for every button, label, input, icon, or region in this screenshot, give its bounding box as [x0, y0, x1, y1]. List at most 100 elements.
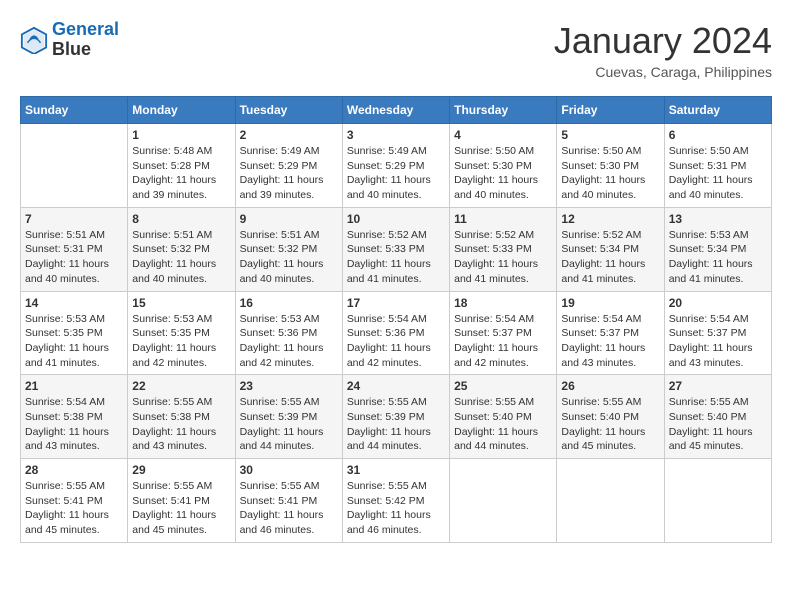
day-cell: 23Sunrise: 5:55 AMSunset: 5:39 PMDayligh…	[235, 375, 342, 459]
col-header-tuesday: Tuesday	[235, 97, 342, 124]
week-row-4: 21 Sunrise: 5:54 AMSunset: 5:38 PMDayligh…	[21, 375, 772, 459]
day-number: 26	[561, 379, 659, 393]
day-cell: 9 Sunrise: 5:51 AMSunset: 5:32 PMDaylight…	[235, 207, 342, 291]
day-info: Sunrise: 5:49 AMSunset: 5:29 PMDaylight:…	[347, 144, 445, 203]
day-number: 24	[347, 379, 445, 393]
day-cell: 25Sunrise: 5:55 AMSunset: 5:40 PMDayligh…	[450, 375, 557, 459]
day-number: 28	[25, 463, 123, 477]
week-row-5: 28 Sunrise: 5:55 AMSunset: 5:41 PMDayligh…	[21, 459, 772, 543]
day-info: Sunrise: 5:54 AMSunset: 5:37 PMDaylight:…	[454, 312, 552, 371]
day-cell: 8Sunrise: 5:51 AMSunset: 5:32 PMDaylight…	[128, 207, 235, 291]
day-number: 31	[347, 463, 445, 477]
day-number: 1	[132, 128, 230, 142]
day-info: Sunrise: 5:49 AMSunset: 5:29 PMDaylight:…	[240, 144, 338, 203]
col-header-wednesday: Wednesday	[342, 97, 449, 124]
day-info: Sunrise: 5:54 AMSunset: 5:36 PMDaylight:…	[347, 312, 445, 371]
day-number: 21	[25, 379, 123, 393]
day-number: 15	[132, 296, 230, 310]
day-number: 3	[347, 128, 445, 142]
day-info: Sunrise: 5:53 AMSunset: 5:35 PMDaylight:…	[25, 312, 123, 371]
day-cell: 13 Sunrise: 5:53 AMSunset: 5:34 PMDayligh…	[664, 207, 771, 291]
day-info: Sunrise: 5:55 AMSunset: 5:40 PMDaylight:…	[561, 395, 659, 454]
day-info: Sunrise: 5:52 AMSunset: 5:33 PMDaylight:…	[454, 228, 552, 287]
day-cell: 2 Sunrise: 5:49 AMSunset: 5:29 PMDaylight…	[235, 124, 342, 208]
day-info: Sunrise: 5:55 AMSunset: 5:42 PMDaylight:…	[347, 479, 445, 538]
location: Cuevas, Caraga, Philippines	[554, 64, 772, 80]
day-cell: 11 Sunrise: 5:52 AMSunset: 5:33 PMDayligh…	[450, 207, 557, 291]
day-cell: 10Sunrise: 5:52 AMSunset: 5:33 PMDayligh…	[342, 207, 449, 291]
day-cell	[450, 459, 557, 543]
col-header-sunday: Sunday	[21, 97, 128, 124]
day-info: Sunrise: 5:51 AMSunset: 5:31 PMDaylight:…	[25, 228, 123, 287]
day-number: 16	[240, 296, 338, 310]
day-cell: 5 Sunrise: 5:50 AMSunset: 5:30 PMDaylight…	[557, 124, 664, 208]
logo-icon	[20, 26, 48, 54]
day-cell: 27 Sunrise: 5:55 AMSunset: 5:40 PMDayligh…	[664, 375, 771, 459]
day-info: Sunrise: 5:50 AMSunset: 5:30 PMDaylight:…	[561, 144, 659, 203]
day-cell: 21 Sunrise: 5:54 AMSunset: 5:38 PMDayligh…	[21, 375, 128, 459]
day-info: Sunrise: 5:54 AMSunset: 5:37 PMDaylight:…	[561, 312, 659, 371]
day-info: Sunrise: 5:55 AMSunset: 5:41 PMDaylight:…	[240, 479, 338, 538]
day-number: 7	[25, 212, 123, 226]
day-cell: 4 Sunrise: 5:50 AMSunset: 5:30 PMDaylight…	[450, 124, 557, 208]
day-number: 9	[240, 212, 338, 226]
day-number: 11	[454, 212, 552, 226]
day-number: 17	[347, 296, 445, 310]
day-cell: 17 Sunrise: 5:54 AMSunset: 5:36 PMDayligh…	[342, 291, 449, 375]
day-cell: 26 Sunrise: 5:55 AMSunset: 5:40 PMDayligh…	[557, 375, 664, 459]
day-cell: 20Sunrise: 5:54 AMSunset: 5:37 PMDayligh…	[664, 291, 771, 375]
day-info: Sunrise: 5:51 AMSunset: 5:32 PMDaylight:…	[240, 228, 338, 287]
week-row-2: 7 Sunrise: 5:51 AMSunset: 5:31 PMDaylight…	[21, 207, 772, 291]
day-cell	[664, 459, 771, 543]
day-number: 19	[561, 296, 659, 310]
day-cell: 16Sunrise: 5:53 AMSunset: 5:36 PMDayligh…	[235, 291, 342, 375]
day-number: 30	[240, 463, 338, 477]
day-info: Sunrise: 5:50 AMSunset: 5:30 PMDaylight:…	[454, 144, 552, 203]
day-info: Sunrise: 5:55 AMSunset: 5:41 PMDaylight:…	[132, 479, 230, 538]
day-info: Sunrise: 5:52 AMSunset: 5:34 PMDaylight:…	[561, 228, 659, 287]
col-header-monday: Monday	[128, 97, 235, 124]
col-header-thursday: Thursday	[450, 97, 557, 124]
day-cell: 19 Sunrise: 5:54 AMSunset: 5:37 PMDayligh…	[557, 291, 664, 375]
month-title: January 2024	[554, 20, 772, 62]
day-cell: 12Sunrise: 5:52 AMSunset: 5:34 PMDayligh…	[557, 207, 664, 291]
day-number: 2	[240, 128, 338, 142]
day-info: Sunrise: 5:53 AMSunset: 5:35 PMDaylight:…	[132, 312, 230, 371]
day-number: 20	[669, 296, 767, 310]
day-cell: 28 Sunrise: 5:55 AMSunset: 5:41 PMDayligh…	[21, 459, 128, 543]
day-number: 4	[454, 128, 552, 142]
day-info: Sunrise: 5:52 AMSunset: 5:33 PMDaylight:…	[347, 228, 445, 287]
day-info: Sunrise: 5:55 AMSunset: 5:41 PMDaylight:…	[25, 479, 123, 538]
logo: General Blue	[20, 20, 119, 60]
day-cell: 30 Sunrise: 5:55 AMSunset: 5:41 PMDayligh…	[235, 459, 342, 543]
day-cell	[21, 124, 128, 208]
day-number: 5	[561, 128, 659, 142]
day-number: 27	[669, 379, 767, 393]
logo-text: General Blue	[52, 20, 119, 60]
page-header: General Blue January 2024 Cuevas, Caraga…	[20, 20, 772, 80]
header-row: SundayMondayTuesdayWednesdayThursdayFrid…	[21, 97, 772, 124]
day-number: 6	[669, 128, 767, 142]
week-row-1: 1 Sunrise: 5:48 AMSunset: 5:28 PMDaylight…	[21, 124, 772, 208]
day-cell: 18Sunrise: 5:54 AMSunset: 5:37 PMDayligh…	[450, 291, 557, 375]
day-cell: 1 Sunrise: 5:48 AMSunset: 5:28 PMDaylight…	[128, 124, 235, 208]
day-number: 13	[669, 212, 767, 226]
day-cell	[557, 459, 664, 543]
day-number: 23	[240, 379, 338, 393]
day-cell: 22Sunrise: 5:55 AMSunset: 5:38 PMDayligh…	[128, 375, 235, 459]
title-block: January 2024 Cuevas, Caraga, Philippines	[554, 20, 772, 80]
day-cell: 24Sunrise: 5:55 AMSunset: 5:39 PMDayligh…	[342, 375, 449, 459]
day-number: 14	[25, 296, 123, 310]
day-number: 22	[132, 379, 230, 393]
day-info: Sunrise: 5:55 AMSunset: 5:40 PMDaylight:…	[669, 395, 767, 454]
day-info: Sunrise: 5:54 AMSunset: 5:38 PMDaylight:…	[25, 395, 123, 454]
day-cell: 15 Sunrise: 5:53 AMSunset: 5:35 PMDayligh…	[128, 291, 235, 375]
day-info: Sunrise: 5:48 AMSunset: 5:28 PMDaylight:…	[132, 144, 230, 203]
day-number: 25	[454, 379, 552, 393]
day-info: Sunrise: 5:53 AMSunset: 5:34 PMDaylight:…	[669, 228, 767, 287]
day-cell: 6Sunrise: 5:50 AMSunset: 5:31 PMDaylight…	[664, 124, 771, 208]
calendar-table: SundayMondayTuesdayWednesdayThursdayFrid…	[20, 96, 772, 543]
col-header-saturday: Saturday	[664, 97, 771, 124]
col-header-friday: Friday	[557, 97, 664, 124]
day-number: 29	[132, 463, 230, 477]
